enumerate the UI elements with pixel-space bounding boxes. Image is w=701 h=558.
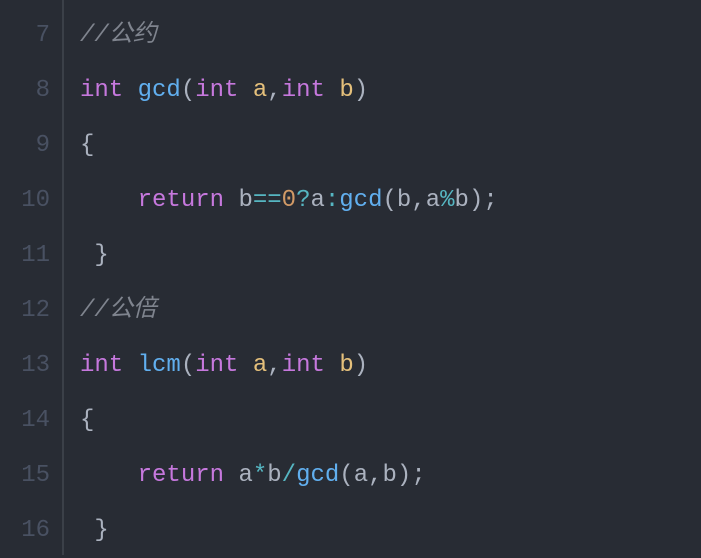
code-line: //公约	[80, 8, 701, 63]
punct-token: ,	[411, 187, 425, 214]
var-token: a	[238, 462, 252, 489]
var-token: b	[267, 462, 281, 489]
code-line: return b==0?a:gcd(b,a%b);	[80, 173, 701, 228]
function-token: gcd	[339, 187, 382, 214]
punct-token: )	[354, 77, 368, 104]
type-token: int	[80, 77, 123, 104]
line-number: 10	[8, 173, 50, 228]
var-token: b	[383, 462, 397, 489]
var-token: b	[397, 187, 411, 214]
line-number: 11	[8, 228, 50, 283]
punct-token: (	[339, 462, 353, 489]
code-line: return a*b/gcd(a,b);	[80, 448, 701, 503]
function-token: lcm	[138, 352, 181, 379]
line-number: 14	[8, 393, 50, 448]
code-content[interactable]: //公约 int gcd(int a,int b) { return b==0?…	[64, 0, 701, 555]
line-number: 16	[8, 503, 50, 558]
operator-token: ==	[253, 187, 282, 214]
type-token: int	[80, 352, 123, 379]
comment-token: //公约	[80, 22, 157, 49]
operator-token: :	[325, 187, 339, 214]
param-token: b	[339, 77, 353, 104]
brace-token: {	[80, 407, 94, 434]
punct-token: (	[181, 352, 195, 379]
code-line: }	[80, 503, 701, 558]
var-token: a	[426, 187, 440, 214]
param-token: a	[253, 352, 267, 379]
line-number: 13	[8, 338, 50, 393]
code-line: {	[80, 118, 701, 173]
punct-token: )	[397, 462, 411, 489]
operator-token: ?	[296, 187, 310, 214]
brace-token: }	[94, 242, 108, 269]
function-token: gcd	[296, 462, 339, 489]
punct-token: ,	[267, 77, 281, 104]
brace-token: }	[94, 517, 108, 544]
brace-token: {	[80, 132, 94, 159]
comment-token: //公倍	[80, 297, 157, 324]
code-editor[interactable]: 7 8 9 10 11 12 13 14 15 16 //公约 int gcd(…	[0, 0, 701, 555]
punct-token: (	[181, 77, 195, 104]
punct-token: ,	[267, 352, 281, 379]
type-token: int	[195, 77, 238, 104]
type-token: int	[282, 352, 325, 379]
punct-token: )	[469, 187, 483, 214]
code-line: //公倍	[80, 283, 701, 338]
function-token: gcd	[138, 77, 181, 104]
line-number: 7	[8, 8, 50, 63]
code-line: }	[80, 228, 701, 283]
operator-token: /	[282, 462, 296, 489]
line-number: 12	[8, 283, 50, 338]
param-token: b	[339, 352, 353, 379]
var-token: a	[310, 187, 324, 214]
punct-token: ,	[368, 462, 382, 489]
code-line: {	[80, 393, 701, 448]
code-line: int gcd(int a,int b)	[80, 63, 701, 118]
code-line: int lcm(int a,int b)	[80, 338, 701, 393]
var-token: b	[455, 187, 469, 214]
keyword-token: return	[138, 462, 224, 489]
param-token: a	[253, 77, 267, 104]
type-token: int	[195, 352, 238, 379]
keyword-token: return	[138, 187, 224, 214]
line-number: 15	[8, 448, 50, 503]
line-number-gutter: 7 8 9 10 11 12 13 14 15 16	[0, 0, 62, 555]
number-token: 0	[282, 187, 296, 214]
line-number: 8	[8, 63, 50, 118]
operator-token: *	[253, 462, 267, 489]
var-token: a	[354, 462, 368, 489]
punct-token: )	[354, 352, 368, 379]
punct-token: ;	[411, 462, 425, 489]
punct-token: (	[383, 187, 397, 214]
line-number: 9	[8, 118, 50, 173]
type-token: int	[282, 77, 325, 104]
punct-token: ;	[483, 187, 497, 214]
operator-token: %	[440, 187, 454, 214]
var-token: b	[238, 187, 252, 214]
